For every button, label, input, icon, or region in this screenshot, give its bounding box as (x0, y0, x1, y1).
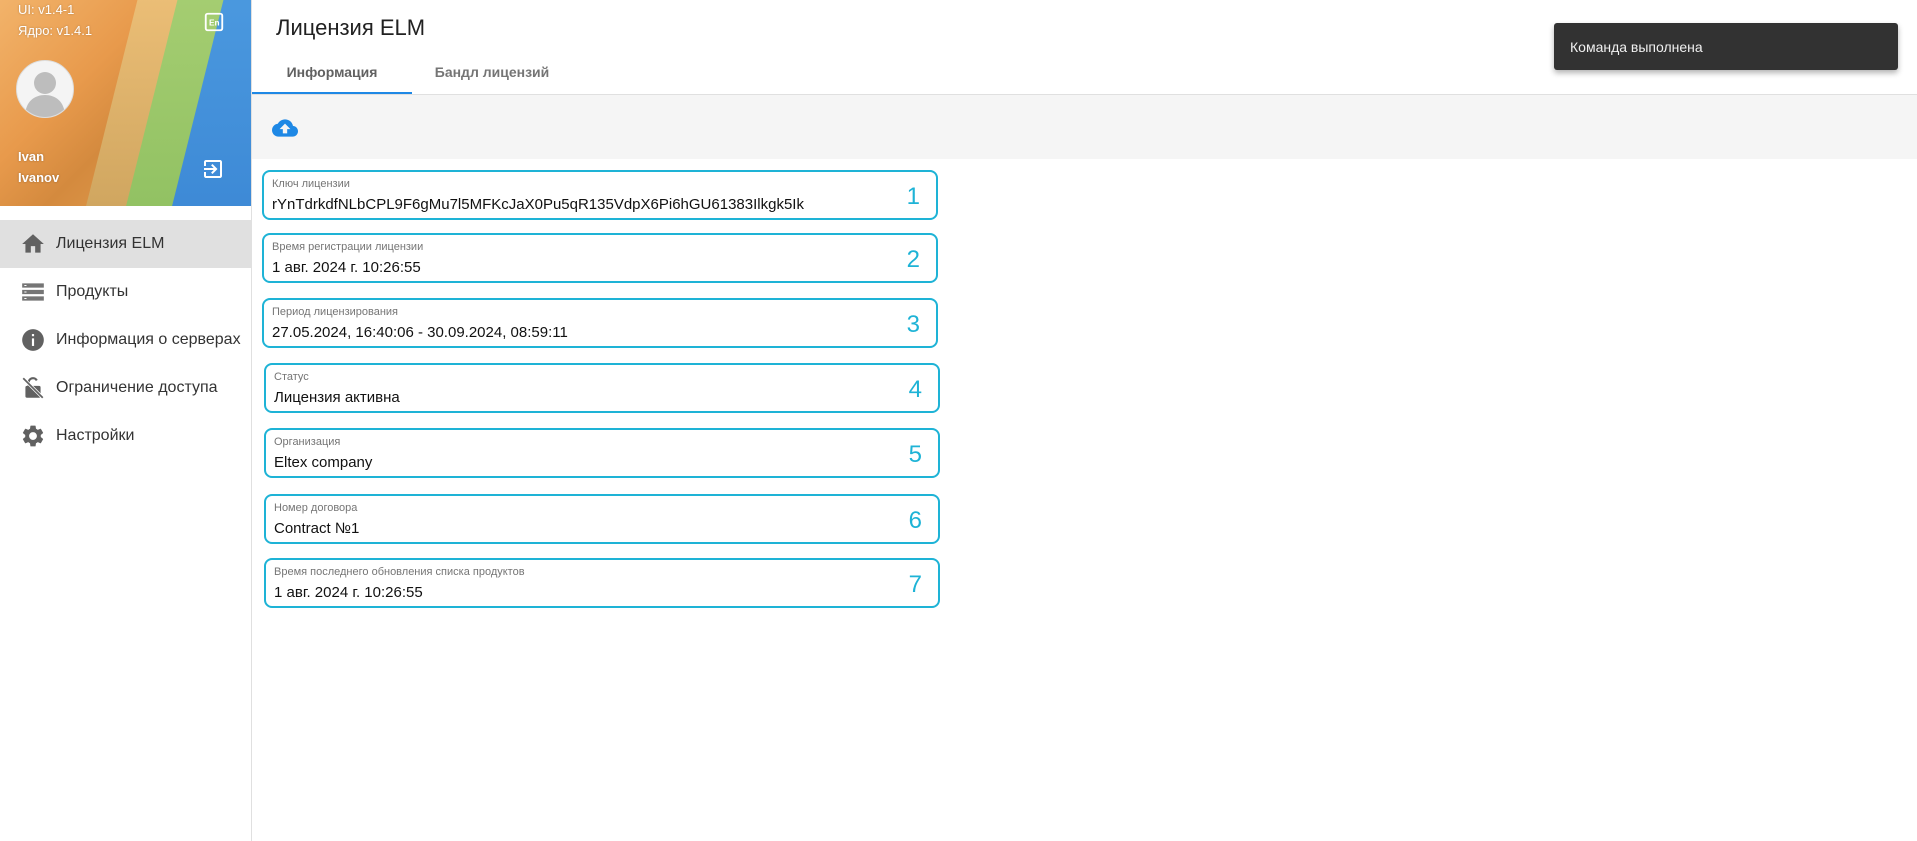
field-label: Статус (274, 371, 309, 383)
avatar (16, 60, 74, 118)
toast-message: Команда выполнена (1570, 38, 1703, 55)
field-value: Eltex company (274, 454, 373, 471)
sidebar-item-access[interactable]: Ограничение доступа (0, 364, 251, 412)
field-label: Время последнего обновления списка проду… (274, 566, 525, 578)
profile-header: UI: v1.4-1 Ядро: v1.4.1 En Ivan Ivanov (0, 0, 251, 206)
language-icon[interactable]: En (203, 11, 225, 33)
sidebar: UI: v1.4-1 Ядро: v1.4.1 En Ivan Ivanov Л… (0, 0, 252, 841)
field-contract-number[interactable]: Номер договора Contract №1 6 (264, 494, 940, 544)
field-label: Номер договора (274, 502, 358, 514)
sidebar-item-servers[interactable]: Информация о серверах (0, 316, 251, 364)
toolbar (252, 95, 1917, 159)
sidebar-item-license[interactable]: Лицензия ELM (0, 220, 251, 268)
cloud-upload-icon[interactable] (272, 115, 298, 141)
core-version: Ядро: v1.4.1 (18, 23, 93, 38)
sidebar-item-label: Настройки (56, 427, 135, 444)
field-value: 1 авг. 2024 г. 10:26:55 (274, 584, 423, 601)
field-number: 2 (906, 246, 920, 273)
field-label: Организация (274, 436, 341, 448)
field-status[interactable]: Статус Лицензия активна 4 (264, 363, 940, 413)
field-label: Время регистрации лицензии (272, 241, 424, 253)
tab-license-bundle[interactable]: Бандл лицензий (412, 52, 572, 92)
tab-bar: Информация Бандл лицензий (252, 52, 572, 94)
user-first-name: Ivan (18, 149, 45, 164)
logout-icon[interactable] (201, 157, 225, 181)
sidebar-item-label: Информация о серверах (56, 331, 241, 348)
lock-off-icon (20, 375, 46, 401)
info-icon (20, 327, 46, 353)
field-registration-time[interactable]: Время регистрации лицензии 1 авг. 2024 г… (262, 233, 938, 283)
field-license-period[interactable]: Период лицензирования 27.05.2024, 16:40:… (262, 298, 938, 348)
field-license-key[interactable]: Ключ лицензии rYnTdrkdfNLbCPL9F6gMu7l5MF… (262, 170, 938, 220)
tab-information[interactable]: Информация (252, 52, 412, 94)
field-organization[interactable]: Организация Eltex company 5 (264, 428, 940, 478)
gear-icon (20, 423, 46, 449)
ui-version: UI: v1.4-1 (18, 2, 75, 17)
field-value: rYnTdrkdfNLbCPL9F6gMu7l5MFKcJaX0Pu5qR135… (272, 196, 804, 213)
field-number: 3 (906, 311, 920, 338)
sidebar-item-settings[interactable]: Настройки (0, 412, 251, 460)
snackbar-toast: Команда выполнена (1554, 23, 1898, 70)
field-label: Ключ лицензии (272, 178, 350, 190)
sidebar-nav: Лицензия ELM Продукты Информация о серве… (0, 220, 251, 460)
user-last-name: Ivanov (18, 170, 60, 185)
field-number: 4 (908, 376, 922, 403)
sidebar-item-label: Ограничение доступа (56, 379, 218, 396)
field-number: 6 (908, 507, 922, 534)
field-number: 7 (908, 571, 922, 598)
field-label: Период лицензирования (272, 306, 399, 318)
field-products-update-time[interactable]: Время последнего обновления списка проду… (264, 558, 940, 608)
sidebar-item-products[interactable]: Продукты (0, 268, 251, 316)
page-title: Лицензия ELM (276, 15, 426, 40)
field-number: 1 (906, 183, 920, 210)
list-icon (20, 279, 46, 305)
field-value: 1 авг. 2024 г. 10:26:55 (272, 259, 421, 276)
field-value: Contract №1 (274, 520, 360, 537)
field-number: 5 (908, 441, 922, 468)
sidebar-item-label: Лицензия ELM (56, 235, 165, 252)
field-value: 27.05.2024, 16:40:06 - 30.09.2024, 08:59… (272, 324, 568, 341)
field-value: Лицензия активна (274, 389, 400, 406)
sidebar-item-label: Продукты (56, 283, 129, 300)
home-icon (20, 231, 46, 257)
svg-text:En: En (209, 19, 220, 28)
